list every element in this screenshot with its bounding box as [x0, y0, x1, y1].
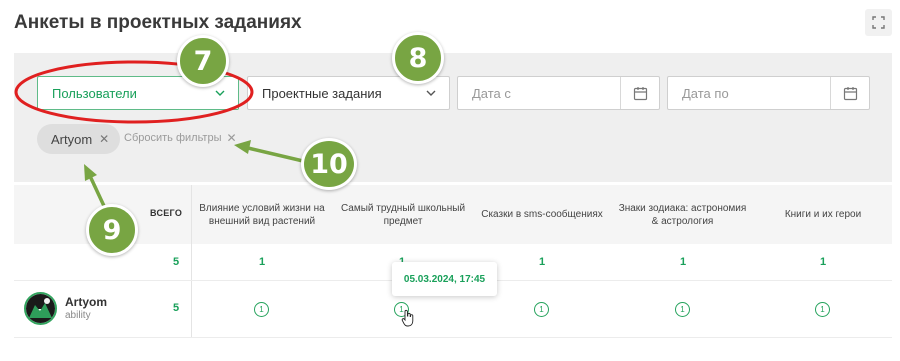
annotation-overlay [14, 60, 304, 207]
annotation-marker-7: 7 [177, 35, 229, 87]
annotation-marker-8: 8 [392, 32, 444, 84]
annotation-marker-9: 9 [86, 204, 138, 256]
arrow-to-reset [234, 140, 304, 163]
annotation-marker-10: 10 [301, 138, 357, 190]
arrow-to-chip [84, 164, 106, 207]
